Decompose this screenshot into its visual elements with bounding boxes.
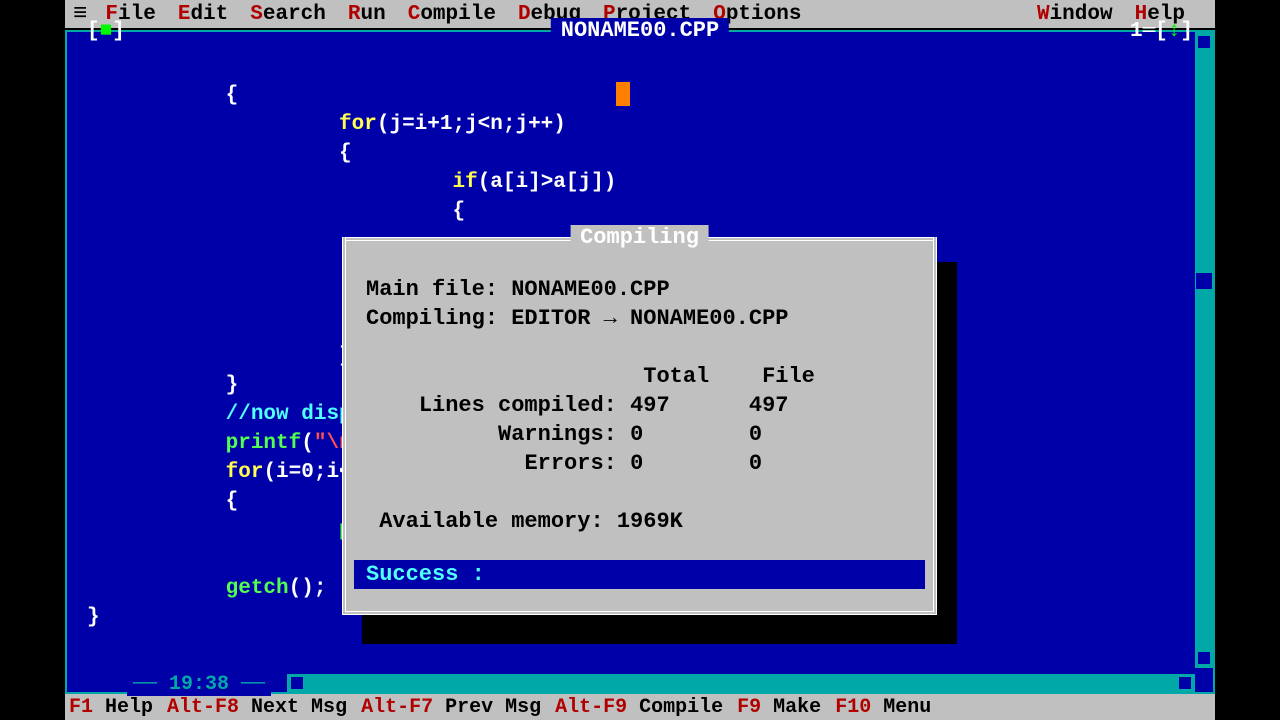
compiling-dialog[interactable]: Compiling Main file: NONAME00.CPP Compil… [342, 237, 937, 615]
hotkey-make[interactable]: F9 Make [737, 696, 821, 719]
menu-search[interactable]: Search [250, 3, 326, 26]
menu-edit[interactable]: Edit [178, 3, 228, 26]
cursor-position: ── 19:38 ── [127, 673, 271, 696]
hotkey-menu[interactable]: F10 Menu [835, 696, 931, 719]
hotkey-compile[interactable]: Alt-F9 Compile [555, 696, 723, 719]
window-title: NONAME00.CPP [551, 18, 729, 43]
scrollbar-thumb[interactable] [1195, 272, 1213, 290]
menu-run[interactable]: Run [348, 3, 386, 26]
dialog-title: Compiling [570, 225, 709, 250]
horizontal-scrollbar[interactable] [287, 674, 1195, 692]
system-menu-icon[interactable]: ≡ [73, 1, 87, 28]
text-cursor [616, 82, 630, 106]
dialog-status: Success : [354, 560, 925, 589]
status-bar[interactable]: F1 Help Alt-F8 Next Msg Alt-F7 Prev Msg … [65, 694, 1215, 720]
hotkey-next-msg[interactable]: Alt-F8 Next Msg [167, 696, 347, 719]
menu-compile[interactable]: Compile [408, 3, 496, 26]
editor-window[interactable]: [■] NONAME00.CPP 1═[↕] { for(j=i+1;j<n;j… [65, 30, 1215, 694]
menu-window[interactable]: Window [1037, 3, 1113, 26]
close-icon[interactable]: [■] [87, 20, 125, 43]
vertical-scrollbar[interactable] [1195, 32, 1213, 668]
dialog-body: Main file: NONAME00.CPP Compiling: EDITO… [346, 241, 933, 536]
window-number[interactable]: 1═[↕] [1130, 20, 1193, 43]
hotkey-prev-msg[interactable]: Alt-F7 Prev Msg [361, 696, 541, 719]
hotkey-help[interactable]: F1 Help [69, 696, 153, 719]
